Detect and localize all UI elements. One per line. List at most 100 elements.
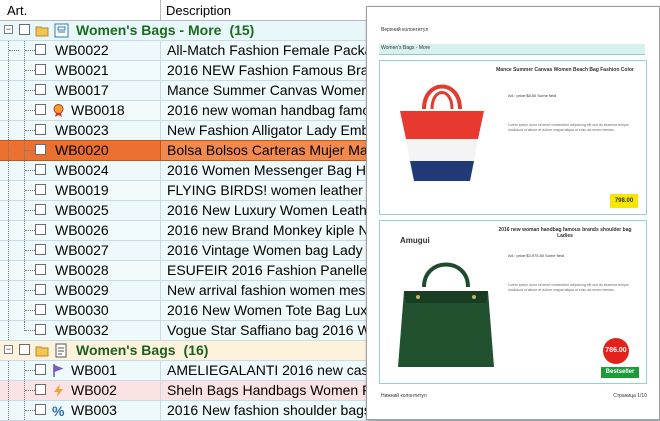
group-band-label: Women's Bags - More [381, 45, 431, 51]
row-checkbox[interactable] [35, 164, 46, 175]
description-cell: Bolsa Bolsos Carteras Mujer Marc [167, 142, 380, 158]
print-preview-popup: Верхний колонтитул Women's Bags - More M… [366, 6, 660, 420]
description-cell: 2016 NEW Fashion Famous Brand [167, 62, 385, 78]
product-card: Amugui 2016 new woman handbag famous bra… [379, 220, 647, 384]
column-divider [160, 401, 161, 420]
tree-line [8, 81, 10, 100]
tree-branch [25, 230, 35, 231]
column-divider [160, 201, 161, 220]
description-cell: New Fashion Alligator Lady Embos [167, 122, 385, 138]
tree-branch [25, 330, 35, 331]
description-cell: 2016 New Women Tote Bag Luxury [167, 302, 387, 318]
description-cell: Sheln Bags Handbags Women Fa [167, 382, 379, 398]
product-title: Mance Summer Canvas Women Beach Bag Fash… [496, 67, 634, 73]
column-divider [160, 261, 161, 280]
price-badge: 798.00 [610, 194, 638, 208]
row-checkbox[interactable] [35, 204, 46, 215]
column-divider [160, 161, 161, 180]
art-cell: WB003 [71, 402, 117, 418]
folder-open-icon [35, 346, 49, 357]
art-cell: WB0020 [55, 142, 109, 158]
tree-branch [25, 130, 35, 131]
group-checkbox[interactable] [19, 24, 30, 35]
art-cell: WB001 [71, 362, 117, 378]
description-cell: New arrival fashion women messen [167, 282, 388, 298]
row-checkbox[interactable] [35, 284, 46, 295]
row-checkbox[interactable] [35, 364, 46, 375]
folder-open-icon [35, 26, 49, 37]
tree-line [8, 361, 10, 380]
row-checkbox[interactable] [35, 84, 46, 95]
tree-branch [25, 190, 35, 191]
column-divider [160, 121, 161, 140]
column-divider [160, 301, 161, 320]
lightning-icon [54, 384, 63, 397]
tree-line [8, 141, 10, 160]
row-checkbox[interactable] [35, 124, 46, 135]
art-cell: WB002 [71, 382, 117, 398]
tree-line [8, 161, 10, 180]
art-cell: WB0019 [55, 182, 109, 198]
art-cell: WB0022 [55, 42, 109, 58]
tree-branch [25, 410, 35, 411]
tree-line [8, 321, 10, 340]
collapse-toggle[interactable]: − [4, 25, 13, 34]
row-checkbox[interactable] [35, 324, 46, 335]
row-checkbox[interactable] [35, 264, 46, 275]
tree-branch [25, 50, 35, 51]
column-divider [160, 181, 161, 200]
description-cell: 2016 new Brand Monkey kiple Nylo [167, 222, 387, 238]
svg-text:%: % [52, 403, 65, 418]
tree-line [8, 241, 10, 260]
tree-branch [25, 390, 35, 391]
column-divider [160, 41, 161, 60]
tree-line [8, 181, 10, 200]
group-count: (15) [229, 22, 255, 38]
art-cell: WB0026 [55, 222, 109, 238]
column-header-art[interactable]: Art. [7, 3, 27, 18]
group-checkbox[interactable] [19, 344, 30, 355]
row-checkbox[interactable] [35, 304, 46, 315]
page-footer-text: Нижний колонтитул [381, 393, 427, 399]
description-cell: AMELIEGALANTI 2016 new casua [167, 362, 385, 378]
collapse-toggle[interactable]: − [4, 345, 13, 354]
row-checkbox[interactable] [35, 404, 46, 415]
product-card: Mance Summer Canvas Women Beach Bag Fash… [379, 60, 647, 215]
row-checkbox[interactable] [35, 44, 46, 55]
tree-line [8, 221, 10, 240]
row-checkbox[interactable] [35, 144, 46, 155]
art-cell: WB0023 [55, 122, 109, 138]
product-title: 2016 new woman handbag famous brands sho… [498, 227, 632, 239]
tree-branch [9, 50, 19, 51]
row-checkbox[interactable] [35, 104, 46, 115]
tree-line [8, 381, 10, 400]
column-divider[interactable] [160, 0, 161, 20]
tree-line [8, 61, 10, 80]
art-cell: WB0028 [55, 262, 109, 278]
tree-line [8, 101, 10, 120]
tree-line [8, 261, 10, 280]
tree-branch [25, 250, 35, 251]
tree-line [8, 201, 10, 220]
price-circle: 786.00 [603, 338, 629, 364]
tree-branch [25, 310, 35, 311]
row-checkbox[interactable] [35, 244, 46, 255]
column-divider [160, 221, 161, 240]
group-count: (16) [183, 342, 209, 358]
row-checkbox[interactable] [35, 184, 46, 195]
row-checkbox[interactable] [35, 224, 46, 235]
page-header-text: Верхний колонтитул [381, 27, 429, 33]
layout-icon [54, 23, 69, 38]
tree-branch [25, 370, 35, 371]
art-cell: WB0029 [55, 282, 109, 298]
art-cell: WB0021 [55, 62, 109, 78]
tree-branch [25, 70, 35, 71]
art-cell: WB0025 [55, 202, 109, 218]
row-checkbox[interactable] [35, 64, 46, 75]
column-divider [160, 101, 161, 120]
column-header-description[interactable]: Description [166, 3, 231, 18]
award-ribbon-icon [53, 104, 64, 117]
flag-icon [53, 364, 64, 377]
row-checkbox[interactable] [35, 384, 46, 395]
description-cell: 2016 Women Messenger Bag Hollo [167, 162, 388, 178]
